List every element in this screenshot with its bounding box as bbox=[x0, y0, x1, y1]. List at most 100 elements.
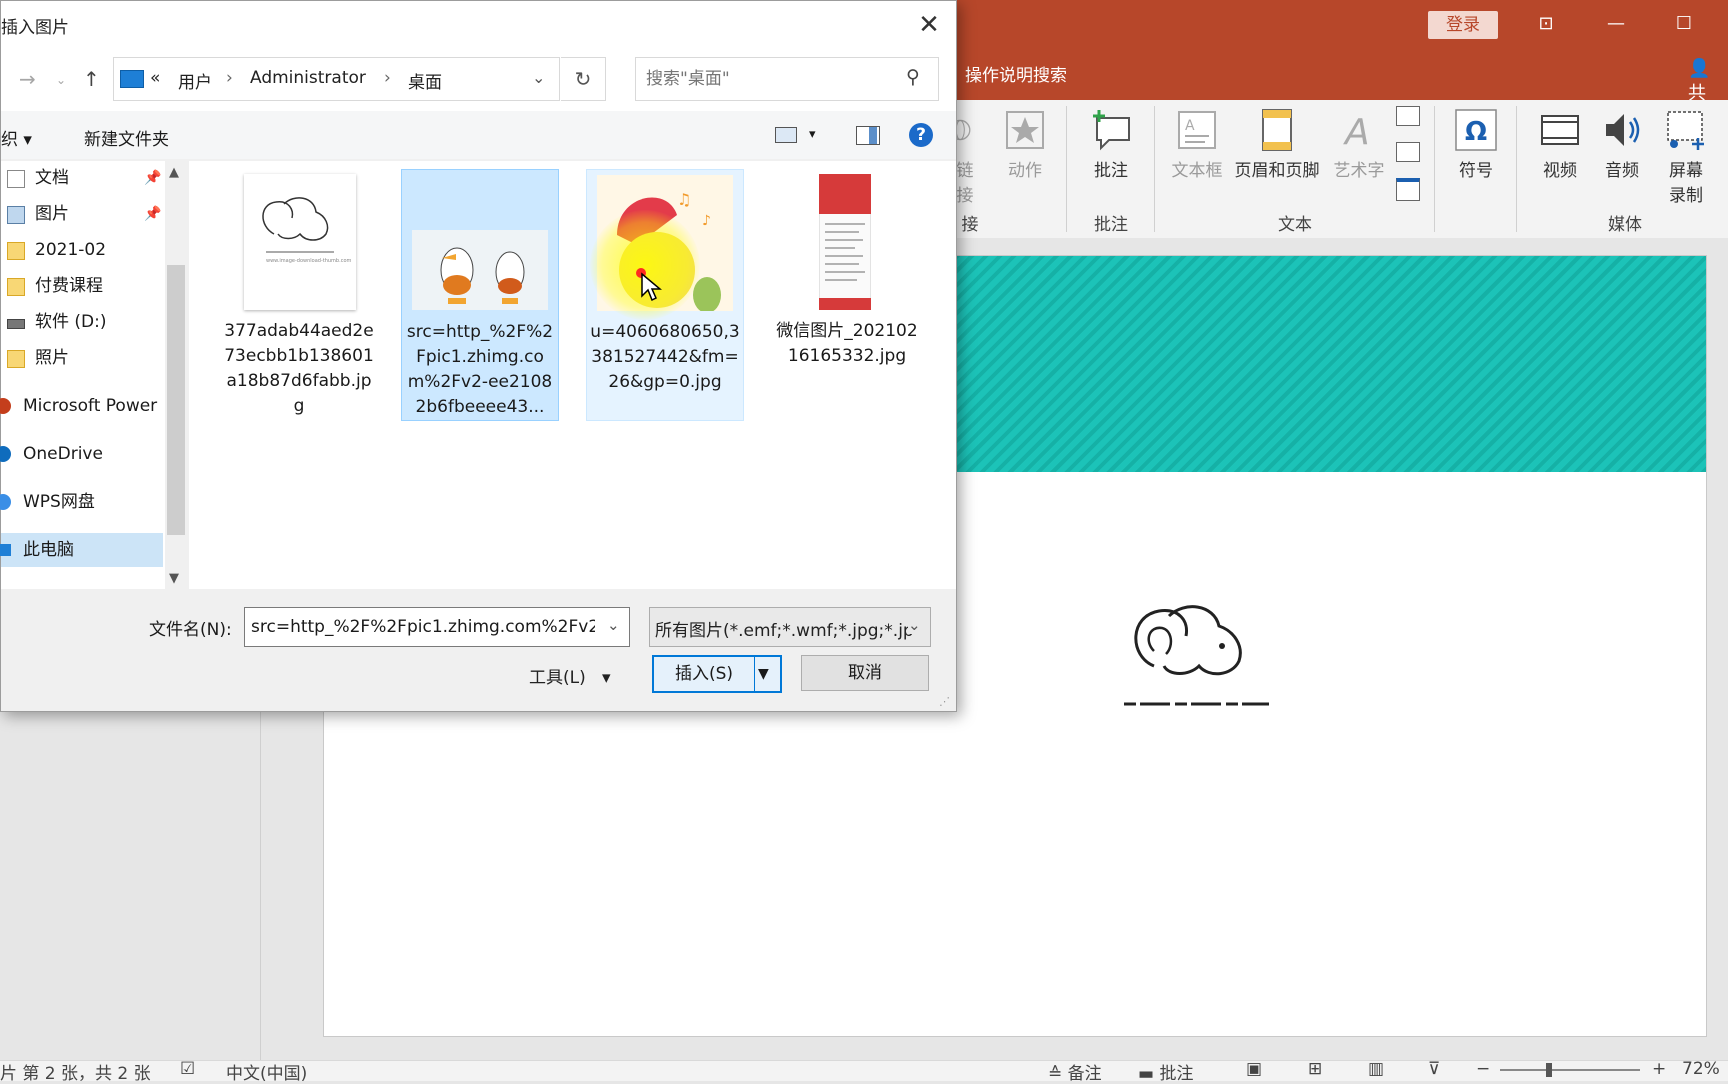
breadcrumb-chevron-icon[interactable]: › bbox=[226, 68, 233, 88]
search-box[interactable]: ⚲ bbox=[635, 57, 939, 101]
search-icon[interactable]: ⚲ bbox=[906, 66, 920, 88]
help-icon[interactable]: ? bbox=[909, 123, 933, 147]
address-bar[interactable]: « 用户 › Administrator › 桌面 ⌄ bbox=[113, 57, 560, 101]
nav-item-onedrive[interactable]: OneDrive bbox=[0, 437, 163, 471]
ribbon-display-icon[interactable]: ⊡ bbox=[1526, 8, 1566, 40]
normal-view-icon[interactable]: ▣ bbox=[1246, 1059, 1262, 1079]
file-item-selected[interactable]: src=http_%2F%2Fpic1.zhimg.com%2Fv2-ee210… bbox=[401, 169, 559, 421]
dialog-footer: 文件名(N): ⌄ 所有图片(*.emf;*.wmf;*.jpg;*.jp ⌄ … bbox=[1, 589, 956, 711]
spellcheck-icon[interactable]: ☑ bbox=[180, 1059, 195, 1079]
notes-button[interactable]: ≙ 备注 bbox=[1048, 1059, 1102, 1084]
zoom-in-icon[interactable]: + bbox=[1652, 1059, 1666, 1079]
zoom-out-icon[interactable]: − bbox=[1476, 1059, 1490, 1079]
breadcrumb-desktop[interactable]: 桌面 bbox=[408, 68, 442, 93]
maximize-icon[interactable]: ☐ bbox=[1664, 8, 1704, 40]
status-bar: 片 第 2 张，共 2 张 ☑ 中文(中国) ≙ 备注 ▬ 批注 ▣ ⊞ ▥ ⊽… bbox=[0, 1059, 1728, 1084]
nav-item-microsoft-powerpoint[interactable]: Microsoft Power bbox=[0, 389, 163, 423]
preview-pane-icon[interactable] bbox=[856, 126, 880, 145]
filetype-select[interactable]: 所有图片(*.emf;*.wmf;*.jpg;*.jp ⌄ bbox=[649, 607, 931, 647]
breadcrumb-administrator[interactable]: Administrator bbox=[250, 68, 366, 88]
view-options-dropdown-icon[interactable]: ▾ bbox=[809, 127, 816, 142]
nav-item-photos[interactable]: 照片 bbox=[1, 341, 163, 375]
new-folder-button[interactable]: 新建文件夹 bbox=[84, 125, 169, 150]
svg-text:♪: ♪ bbox=[702, 213, 711, 229]
filename-input[interactable] bbox=[249, 615, 597, 639]
nav-item-this-pc[interactable]: 此电脑 bbox=[0, 533, 163, 567]
scroll-down-icon[interactable]: ▼ bbox=[169, 571, 179, 586]
wordart-button[interactable]: A 艺术字 bbox=[1330, 108, 1388, 181]
nav-item-2021-02[interactable]: 2021-02 bbox=[1, 233, 163, 267]
textbox-button[interactable]: A 文本框 bbox=[1168, 108, 1226, 181]
slide-number-icon[interactable] bbox=[1396, 142, 1420, 162]
resize-grip-icon[interactable]: ⋰ bbox=[939, 695, 950, 708]
nav-item-paid-courses[interactable]: 付费课程 bbox=[1, 269, 163, 303]
pin-icon[interactable]: 📌 bbox=[144, 197, 161, 231]
login-button[interactable]: 登录 bbox=[1428, 11, 1498, 39]
screen-recording-button[interactable]: 屏幕 录制 bbox=[1660, 108, 1712, 206]
tell-me-search[interactable]: 操作说明搜索 bbox=[965, 61, 1067, 86]
nav-item-wps-cloud[interactable]: WPS网盘 bbox=[0, 485, 163, 519]
mouse-sketch-image[interactable] bbox=[1124, 596, 1274, 716]
svg-text:www.image-download-thumb.com: www.image-download-thumb.com bbox=[266, 258, 351, 264]
filename-dropdown-icon[interactable]: ⌄ bbox=[607, 616, 620, 634]
tools-button[interactable]: 工具(L) ▾ bbox=[529, 663, 611, 688]
file-item-hovered[interactable]: ♫ ♪ u=4060680650,3381527442&fm=26&gp=0.j… bbox=[586, 169, 744, 421]
action-button[interactable]: 动作 bbox=[1000, 108, 1050, 181]
close-icon[interactable]: ✕ bbox=[909, 7, 949, 43]
comments-button[interactable]: ▬ 批注 bbox=[1138, 1059, 1193, 1084]
nav-item-drive-d[interactable]: 软件 (D:) bbox=[1, 305, 163, 339]
recent-locations-chevron-icon[interactable]: ⌄ bbox=[56, 73, 66, 87]
donald-duck-thumbnail bbox=[440, 247, 525, 304]
audio-button[interactable]: 音频 bbox=[1596, 108, 1648, 181]
zoom-slider[interactable] bbox=[1500, 1069, 1640, 1071]
language-indicator[interactable]: 中文(中国) bbox=[226, 1059, 307, 1084]
organize-button[interactable]: 织 ▾ bbox=[1, 125, 32, 150]
forward-arrow-icon[interactable]: → bbox=[19, 67, 36, 91]
file-thumbnail bbox=[412, 230, 548, 310]
cancel-button[interactable]: 取消 bbox=[801, 655, 929, 691]
up-arrow-icon[interactable]: ↑ bbox=[83, 67, 100, 91]
filetype-dropdown-icon[interactable]: ⌄ bbox=[908, 616, 921, 634]
slideshow-icon[interactable]: ⊽ bbox=[1428, 1059, 1440, 1079]
ribbon-separator bbox=[1154, 106, 1155, 232]
filename-combobox[interactable]: ⌄ bbox=[244, 607, 630, 647]
file-item[interactable]: www.image-download-thumb.com 377adab44ae… bbox=[221, 169, 377, 419]
object-icon[interactable] bbox=[1396, 178, 1420, 201]
comment-button[interactable]: 批注 bbox=[1085, 108, 1137, 181]
refresh-icon[interactable]: ↻ bbox=[561, 57, 606, 101]
reading-view-icon[interactable]: ▥ bbox=[1368, 1059, 1384, 1079]
navigation-pane: 文档 📌 图片 📌 2021-02 付费课程 软件 (D:) 照片 Micros… bbox=[0, 161, 187, 589]
slide-sorter-icon[interactable]: ⊞ bbox=[1308, 1059, 1322, 1079]
breadcrumb-chevron-icon[interactable]: › bbox=[384, 68, 391, 88]
file-thumbnail: www.image-download-thumb.com bbox=[244, 174, 356, 310]
filetype-value: 所有图片(*.emf;*.wmf;*.jpg;*.jp bbox=[655, 621, 914, 641]
breadcrumb-users[interactable]: 用户 bbox=[178, 68, 212, 93]
header-footer-button[interactable]: 页眉和页脚 bbox=[1230, 108, 1324, 181]
screen-record-icon bbox=[1667, 111, 1704, 150]
scroll-up-icon[interactable]: ▲ bbox=[169, 165, 179, 180]
address-dropdown-icon[interactable]: ⌄ bbox=[532, 68, 545, 87]
file-item[interactable]: 微信图片_20210216165332.jpg bbox=[769, 169, 925, 419]
folder-icon bbox=[7, 242, 25, 260]
nav-pane-scrollbar[interactable]: ▲ ▼ bbox=[165, 161, 187, 589]
zoom-slider-thumb[interactable] bbox=[1546, 1063, 1552, 1077]
share-icon[interactable]: 👤共 bbox=[1688, 58, 1728, 105]
svg-text:♫: ♫ bbox=[677, 190, 691, 209]
symbol-button[interactable]: Ω 符号 bbox=[1450, 108, 1502, 181]
change-view-icon[interactable] bbox=[775, 127, 797, 143]
breadcrumb-overflow[interactable]: « bbox=[150, 68, 160, 88]
dialog-toolbar: 织 ▾ 新建文件夹 ▾ ? bbox=[1, 111, 956, 159]
nav-item-pictures[interactable]: 图片 📌 bbox=[1, 197, 163, 231]
text-group-label: 文本 bbox=[1278, 215, 1312, 235]
video-button[interactable]: 视频 bbox=[1534, 108, 1586, 181]
date-time-icon[interactable] bbox=[1396, 106, 1420, 126]
search-input[interactable] bbox=[644, 66, 898, 92]
minimize-icon[interactable]: — bbox=[1596, 8, 1636, 40]
zoom-level[interactable]: 72% bbox=[1682, 1059, 1720, 1079]
insert-button[interactable]: 插入(S) ▼ bbox=[652, 655, 782, 693]
insert-dropdown-icon[interactable]: ▼ bbox=[758, 657, 769, 691]
star-icon bbox=[1006, 111, 1044, 149]
pin-icon[interactable]: 📌 bbox=[144, 161, 161, 195]
scrollbar-thumb[interactable] bbox=[167, 265, 185, 535]
nav-item-documents[interactable]: 文档 📌 bbox=[1, 161, 163, 195]
